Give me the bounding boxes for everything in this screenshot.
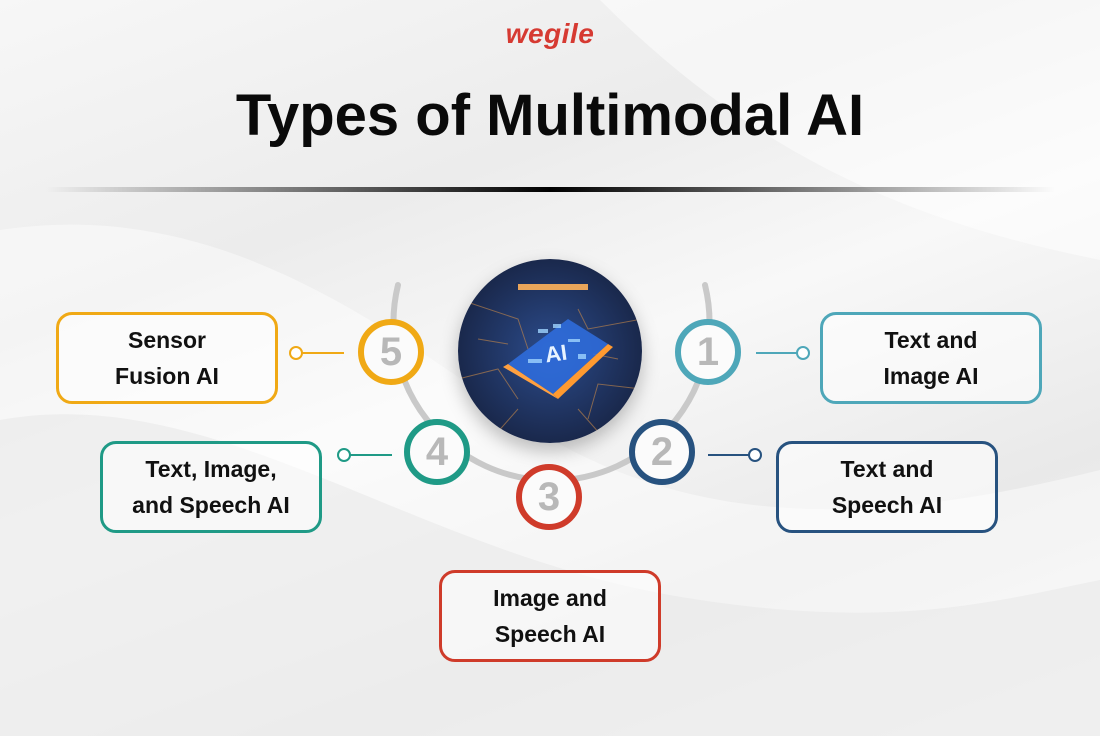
badge-3: 3	[516, 464, 582, 530]
box-4-line2: and Speech AI	[132, 492, 290, 518]
box-4-line1: Text, Image,	[145, 456, 277, 482]
box-text-image-speech-ai: Text, Image, and Speech AI	[100, 441, 322, 533]
box-text-image-ai: Text and Image AI	[820, 312, 1042, 404]
ai-chip-image: AI	[458, 259, 642, 443]
badge-4: 4	[404, 419, 470, 485]
badge-4-number: 4	[425, 429, 449, 474]
box-3-line1: Image and	[493, 585, 607, 611]
box-2-line1: Text and	[840, 456, 934, 482]
box-2-line2: Speech AI	[831, 492, 943, 518]
connector-5	[289, 346, 344, 360]
badge-1-number: 1	[696, 329, 720, 374]
badge-5-number: 5	[379, 329, 403, 374]
hub-label: AI	[543, 340, 568, 368]
box-1-line2: Image AI	[883, 363, 979, 389]
box-5-line2: Fusion AI	[115, 363, 219, 389]
badge-3-number: 3	[537, 474, 561, 519]
badge-1: 1	[675, 319, 741, 385]
connector-2	[708, 448, 762, 462]
box-image-speech-ai: Image and Speech AI	[439, 570, 661, 662]
badge-5: 5	[358, 319, 424, 385]
connector-1	[756, 346, 810, 360]
box-5-line1: Sensor	[128, 327, 206, 353]
badge-2: 2	[629, 419, 695, 485]
badge-2-number: 2	[650, 429, 674, 474]
box-3-line2: Speech AI	[494, 621, 606, 647]
box-sensor-fusion-ai: Sensor Fusion AI	[56, 312, 278, 404]
ai-chip-icon: AI	[458, 259, 642, 443]
box-1-line1: Text and	[884, 327, 978, 353]
connector-4	[337, 448, 392, 462]
box-text-speech-ai: Text and Speech AI	[776, 441, 998, 533]
